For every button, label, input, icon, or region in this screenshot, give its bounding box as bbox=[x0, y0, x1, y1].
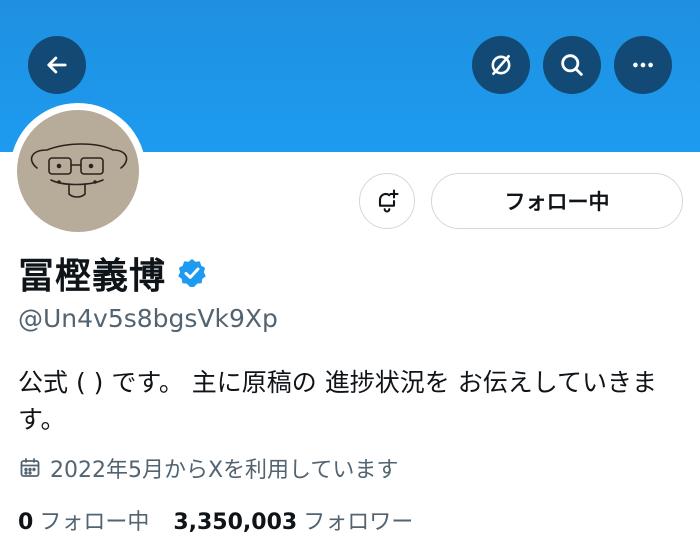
joined-date: 2022年5月からXを利用しています bbox=[18, 452, 398, 484]
profile-stats: 0 フォロー中 3,350,003 フォロワー bbox=[18, 504, 437, 536]
display-name: 冨樫義博 bbox=[18, 256, 167, 297]
back-button[interactable] bbox=[28, 36, 86, 94]
more-button[interactable] bbox=[614, 36, 672, 94]
profile-name-row: 冨樫義博 bbox=[18, 247, 208, 299]
search-button[interactable] bbox=[543, 36, 601, 94]
more-horizontal-icon bbox=[633, 62, 653, 68]
grok-button[interactable] bbox=[472, 36, 530, 94]
followers-label: フォロワー bbox=[303, 510, 414, 535]
notify-button[interactable] bbox=[359, 173, 415, 229]
search-icon bbox=[561, 54, 583, 76]
profile-handle: @Un4v5s8bgsVk9Xp bbox=[18, 304, 278, 333]
profile-bio: 公式 ( ) です。 主に原稿の 進捗状況を お伝えしていきます。 bbox=[18, 368, 657, 434]
followers-count: 3,350,003 bbox=[173, 510, 298, 535]
following-label: フォロー中 bbox=[39, 510, 150, 535]
bell-plus-icon bbox=[378, 189, 399, 213]
following-button[interactable]: フォロー中 bbox=[431, 173, 683, 229]
avatar[interactable] bbox=[10, 103, 146, 239]
avatar-image bbox=[17, 110, 139, 232]
arrow-left-icon bbox=[47, 56, 67, 74]
following-count-link[interactable]: 0 フォロー中 bbox=[18, 504, 149, 536]
joined-text: 2022年5月からXを利用しています bbox=[50, 458, 399, 483]
followers-count-link[interactable]: 3,350,003 フォロワー bbox=[173, 504, 413, 536]
grok-icon bbox=[491, 54, 511, 76]
verified-badge-icon[interactable] bbox=[176, 257, 208, 289]
following-count: 0 bbox=[18, 510, 34, 535]
calendar-icon bbox=[20, 458, 40, 477]
